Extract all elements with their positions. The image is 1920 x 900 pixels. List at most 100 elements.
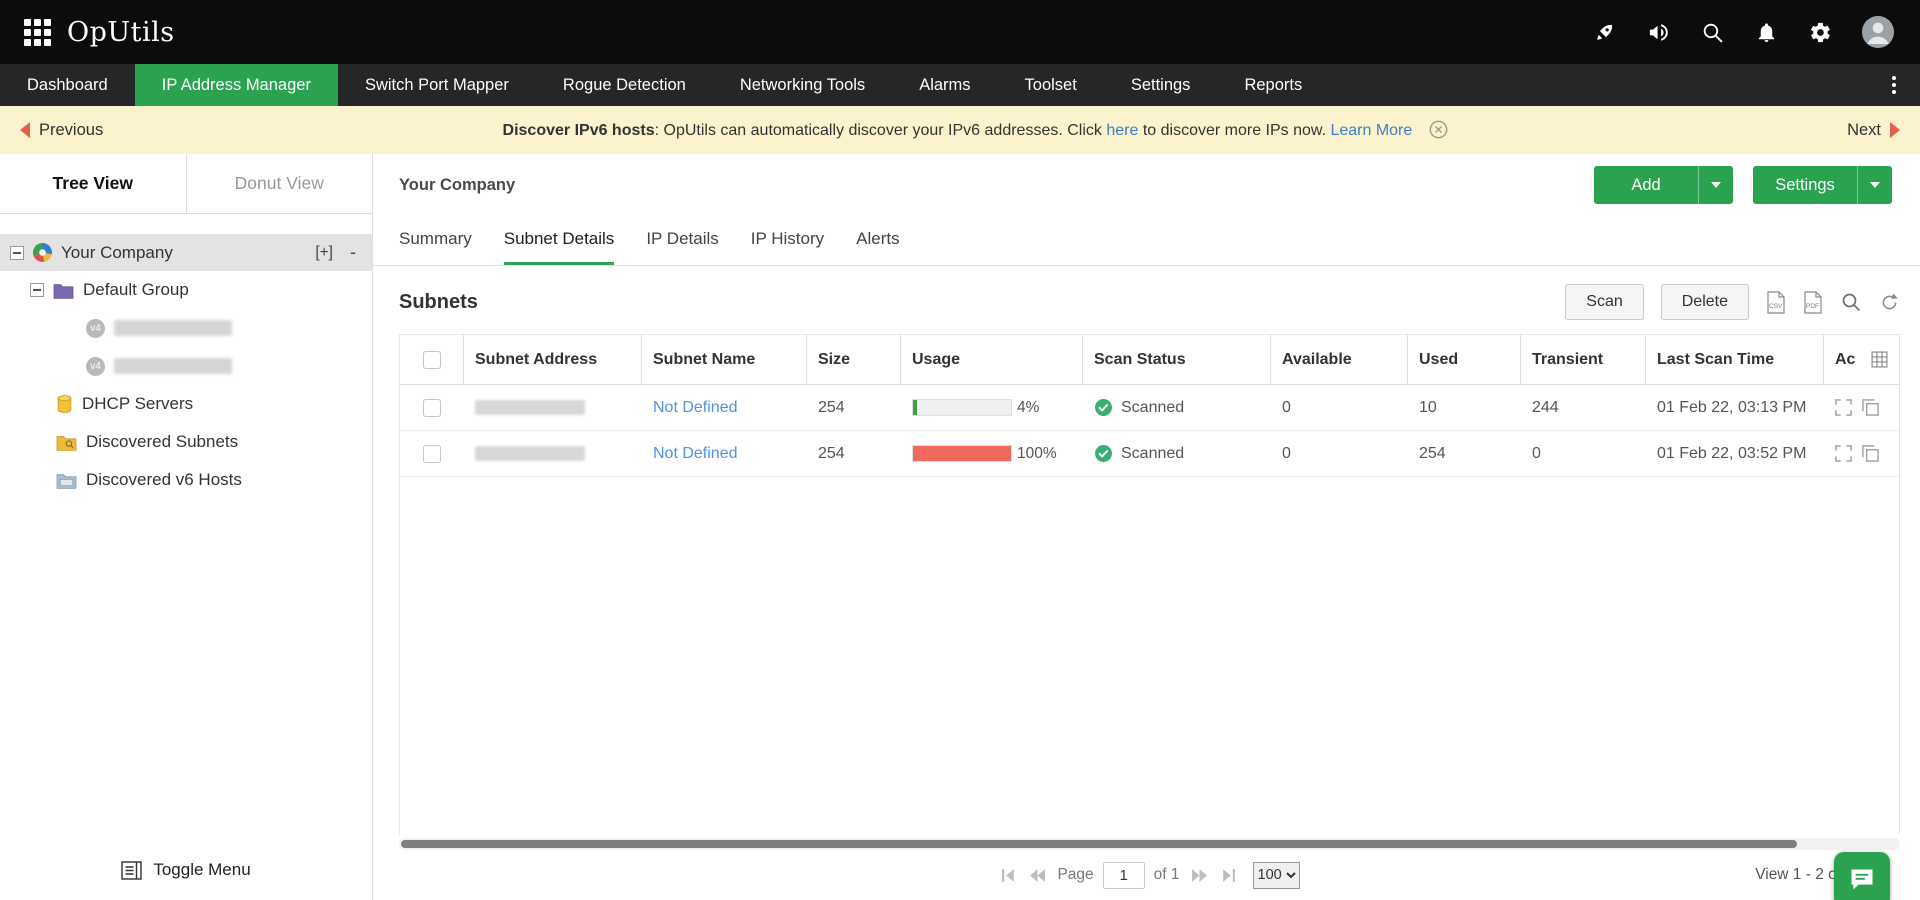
export-pdf-icon[interactable]: PDF xyxy=(1803,291,1823,314)
nav-item-rogue-detection[interactable]: Rogue Detection xyxy=(536,64,713,106)
toggle-menu-button[interactable]: Toggle Menu xyxy=(0,840,372,900)
nav-item-toolset[interactable]: Toolset xyxy=(998,64,1104,106)
settings-gear-icon[interactable] xyxy=(1808,20,1832,44)
notification-bell-icon[interactable] xyxy=(1754,20,1778,44)
announcement-icon[interactable] xyxy=(1646,20,1670,44)
export-csv-icon[interactable]: CSV xyxy=(1766,291,1786,314)
nav-item-networking-tools[interactable]: Networking Tools xyxy=(713,64,892,106)
settings-button[interactable]: Settings xyxy=(1753,166,1892,204)
tab-ip-history[interactable]: IP History xyxy=(751,216,824,265)
tab-summary[interactable]: Summary xyxy=(399,216,472,265)
nav-item-ip-address-manager[interactable]: IP Address Manager xyxy=(135,64,338,106)
col-header-used[interactable]: Used xyxy=(1408,335,1521,384)
scanned-check-icon xyxy=(1094,398,1113,417)
redacted-subnet-address xyxy=(475,446,585,461)
refresh-icon[interactable] xyxy=(1879,292,1900,313)
col-header-usage[interactable]: Usage xyxy=(901,335,1083,384)
detail-tabs: Summary Subnet Details IP Details IP His… xyxy=(373,216,1920,266)
settings-dropdown-caret[interactable] xyxy=(1857,166,1892,204)
tab-tree-view[interactable]: Tree View xyxy=(0,154,187,213)
dhcp-server-icon xyxy=(56,395,73,414)
row-copy-icon[interactable] xyxy=(1862,399,1879,416)
user-avatar[interactable] xyxy=(1862,16,1894,48)
sidebar-item-discovered-v6-hosts[interactable]: Discovered v6 Hosts xyxy=(0,461,372,499)
col-header-size[interactable]: Size xyxy=(807,335,901,384)
sidebar-item-default-group[interactable]: Default Group xyxy=(0,271,372,309)
column-chooser-icon[interactable] xyxy=(1871,351,1888,368)
cell-actions xyxy=(1824,431,1899,476)
first-page-button[interactable] xyxy=(999,866,1018,885)
banner-here-link[interactable]: here xyxy=(1106,122,1138,139)
previous-page-button[interactable] xyxy=(1027,866,1048,885)
horizontal-scrollbar[interactable] xyxy=(399,838,1900,850)
row-checkbox[interactable] xyxy=(423,445,441,463)
previous-arrow-icon xyxy=(20,122,30,138)
search-icon[interactable] xyxy=(1700,20,1724,44)
col-header-subnet-address[interactable]: Subnet Address xyxy=(464,335,642,384)
table-row[interactable]: Not Defined 254 100% Scanned 0 254 0 01 … xyxy=(400,431,1899,477)
page-of-label: of 1 xyxy=(1154,866,1180,884)
banner-close-icon[interactable] xyxy=(1429,120,1448,139)
sidebar-item-discovered-subnets[interactable]: Discovered Subnets xyxy=(0,423,372,461)
tree-add-control[interactable]: [+] xyxy=(315,244,333,262)
last-page-button[interactable] xyxy=(1219,866,1238,885)
sidebar-item-dhcp-servers[interactable]: DHCP Servers xyxy=(0,385,372,423)
col-header-last-scan-time[interactable]: Last Scan Time xyxy=(1646,335,1824,384)
col-header-available[interactable]: Available xyxy=(1271,335,1408,384)
app-launcher-icon[interactable] xyxy=(24,19,51,46)
add-button[interactable]: Add xyxy=(1594,166,1733,204)
nav-item-dashboard[interactable]: Dashboard xyxy=(0,64,135,106)
nav-item-reports[interactable]: Reports xyxy=(1217,64,1329,106)
next-page-button[interactable] xyxy=(1189,866,1210,885)
cell-usage: 4% xyxy=(901,385,1083,430)
toggle-menu-icon xyxy=(121,861,142,880)
scrollbar-thumb[interactable] xyxy=(401,840,1797,848)
tab-alerts[interactable]: Alerts xyxy=(856,216,899,265)
collapse-box-icon[interactable] xyxy=(10,246,24,260)
tab-donut-view[interactable]: Donut View xyxy=(187,154,373,213)
select-all-checkbox[interactable] xyxy=(423,351,441,369)
nav-overflow-menu-icon[interactable] xyxy=(1884,72,1904,98)
scan-button[interactable]: Scan xyxy=(1565,284,1643,320)
tree-item-label: DHCP Servers xyxy=(82,394,193,414)
chevron-down-icon xyxy=(1711,182,1721,188)
rocket-icon[interactable] xyxy=(1592,20,1616,44)
sidebar-item-subnet-v4-1[interactable]: v4 xyxy=(0,309,372,347)
subnet-name-link[interactable]: Not Defined xyxy=(653,399,738,417)
cell-last-scan-time: 01 Feb 22, 03:13 PM xyxy=(1646,385,1824,430)
col-header-transient[interactable]: Transient xyxy=(1521,335,1646,384)
page-size-select[interactable]: 100 xyxy=(1253,862,1300,889)
sidebar-item-your-company[interactable]: Your Company [+] - xyxy=(0,234,372,271)
add-dropdown-caret[interactable] xyxy=(1698,166,1733,204)
subnet-name-link[interactable]: Not Defined xyxy=(653,445,738,463)
nav-item-switch-port-mapper[interactable]: Switch Port Mapper xyxy=(338,64,536,106)
row-scan-icon[interactable] xyxy=(1835,399,1852,416)
row-scan-icon[interactable] xyxy=(1835,445,1852,462)
delete-button[interactable]: Delete xyxy=(1661,284,1749,320)
tree-collapse-control[interactable]: - xyxy=(350,242,356,263)
table-row[interactable]: Not Defined 254 4% Scanned 0 10 244 01 F… xyxy=(400,385,1899,431)
banner-previous-button[interactable]: Previous xyxy=(20,121,103,140)
collapse-box-icon[interactable] xyxy=(30,283,44,297)
nav-item-alarms[interactable]: Alarms xyxy=(892,64,997,106)
banner-learn-more-link[interactable]: Learn More xyxy=(1330,122,1412,139)
tab-ip-details[interactable]: IP Details xyxy=(646,216,718,265)
folder-icon xyxy=(53,282,74,299)
chat-widget-button[interactable] xyxy=(1834,852,1890,900)
row-checkbox[interactable] xyxy=(423,399,441,417)
tab-subnet-details[interactable]: Subnet Details xyxy=(504,216,615,265)
row-copy-icon[interactable] xyxy=(1862,445,1879,462)
section-title: Subnets xyxy=(399,291,478,314)
subnets-section: Subnets Scan Delete CSV PDF xyxy=(373,266,1920,900)
main-panel: Your Company Add Settings Summary Subnet… xyxy=(373,154,1920,900)
table-search-icon[interactable] xyxy=(1840,291,1862,313)
col-header-actions[interactable]: Ac xyxy=(1835,351,1855,369)
col-header-scan-status[interactable]: Scan Status xyxy=(1083,335,1271,384)
banner-next-button[interactable]: Next xyxy=(1847,121,1900,140)
page-number-input[interactable] xyxy=(1103,862,1145,889)
nav-item-settings[interactable]: Settings xyxy=(1104,64,1218,106)
cell-usage: 100% xyxy=(901,431,1083,476)
sidebar-item-subnet-v4-2[interactable]: v4 xyxy=(0,347,372,385)
usage-label: 4% xyxy=(1017,399,1039,417)
col-header-subnet-name[interactable]: Subnet Name xyxy=(642,335,807,384)
